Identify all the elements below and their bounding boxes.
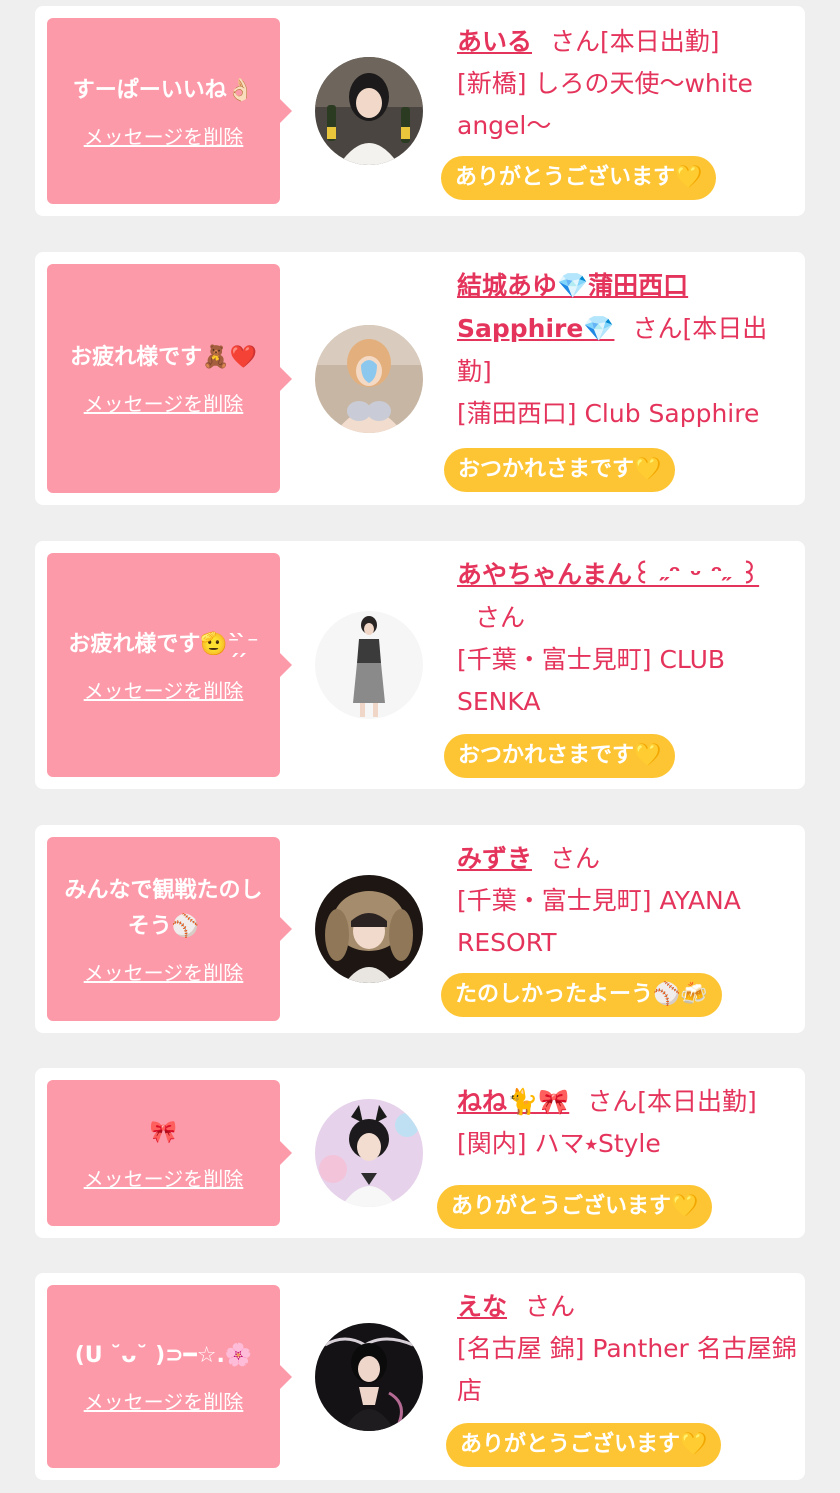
shop-info: [蒲田西口] Club Sapphire <box>457 399 760 428</box>
shop-info: [新橋] しろの天使〜white angel〜 <box>457 69 753 140</box>
avatar[interactable] <box>315 875 423 983</box>
sender-info: 結城あゆ💎蒲田西口Sapphire💎 さん[本日出勤] [蒲田西口] Club S… <box>457 264 797 435</box>
delete-message-link[interactable]: メッセージを削除 <box>84 675 244 704</box>
delete-message-link[interactable]: メッセージを削除 <box>84 121 244 150</box>
reply-button[interactable]: ありがとうございます💛 <box>446 1423 722 1467</box>
sender-info: あやちゃんまん꒰ ˶ᵔ ᵕ ᵔ˶ ꒱ さん [千葉・富士見町] CLUB SENK… <box>457 553 797 723</box>
message-bubble: みんなで観戦たのしそう⚾️ メッセージを削除 <box>47 837 292 1021</box>
message-card: お疲れ様です🧸❤️ メッセージを削除 結城あゆ💎蒲田西口Sapphire💎 さん[… <box>35 252 805 505</box>
reply-button[interactable]: おつかれさまです💛 <box>444 734 676 778</box>
shop-info: [千葉・富士見町] CLUB SENKA <box>457 645 726 716</box>
delete-message-link[interactable]: メッセージを削除 <box>84 388 244 417</box>
message-bubble: お疲れ様です🫡⁻̗̀ ̗̀⁻ メッセージを削除 <box>47 553 292 777</box>
shop-info: [関内] ハマ⭑Style <box>457 1129 661 1158</box>
message-card: みんなで観戦たのしそう⚾️ メッセージを削除 みずき さん [千葉・富士見町] A… <box>35 825 805 1033</box>
honorific-label: さん <box>525 1292 576 1321</box>
message-card: すーぱーいいね👌🏻 メッセージを削除 あいる さん[本日出勤] [新橋] しろの天… <box>35 6 805 216</box>
sender-name-link[interactable]: えな <box>457 1292 507 1321</box>
message-text: 🎀 <box>149 1119 178 1145</box>
avatar[interactable] <box>315 1323 423 1431</box>
reply-button[interactable]: おつかれさまです💛 <box>444 448 676 492</box>
message-card: (U ˘ᴗ˘ )⊃━☆.🌸 メッセージを削除 えな さん [名古屋 錦] Pant… <box>35 1273 805 1480</box>
avatar[interactable] <box>315 57 423 165</box>
sender-name-link[interactable]: あいる <box>457 27 532 56</box>
message-bubble: すーぱーいいね👌🏻 メッセージを削除 <box>47 18 292 204</box>
reply-button[interactable]: ありがとうございます💛 <box>437 1185 713 1229</box>
honorific-label: さん <box>550 27 601 56</box>
honorific-label: さん <box>550 844 601 873</box>
sender-info: あいる さん[本日出勤] [新橋] しろの天使〜white angel〜 <box>457 20 797 147</box>
avatar[interactable] <box>315 325 423 433</box>
sender-name-link[interactable]: ねね🐈🎀 <box>457 1087 569 1116</box>
delete-message-link[interactable]: メッセージを削除 <box>84 1386 244 1415</box>
sender-name-link[interactable]: あやちゃんまん꒰ ˶ᵔ ᵕ ᵔ˶ ꒱ <box>457 560 759 589</box>
message-bubble: (U ˘ᴗ˘ )⊃━☆.🌸 メッセージを削除 <box>47 1285 292 1468</box>
shop-info: [千葉・富士見町] AYANA RESORT <box>457 886 741 957</box>
shop-info: [名古屋 錦] Panther 名古屋錦店 <box>457 1334 797 1405</box>
message-text: (U ˘ᴗ˘ )⊃━☆.🌸 <box>74 1343 253 1368</box>
honorific-label: さん <box>587 1087 638 1116</box>
delete-message-link[interactable]: メッセージを削除 <box>84 957 244 986</box>
honorific-label: さん <box>475 603 526 632</box>
honorific-label: さん <box>632 314 683 343</box>
avatar[interactable] <box>315 611 423 719</box>
message-text: お疲れ様です🧸❤️ <box>70 345 257 370</box>
attendance-status: [本日出勤] <box>637 1087 757 1116</box>
message-text: すーぱーいいね👌🏻 <box>72 77 255 103</box>
sender-info: みずき さん [千葉・富士見町] AYANA RESORT <box>457 837 797 964</box>
reply-button[interactable]: たのしかったよーう⚾️🍻 <box>441 973 722 1017</box>
sender-info: ねね🐈🎀 さん[本日出勤] [関内] ハマ⭑Style <box>457 1080 797 1165</box>
delete-message-link[interactable]: メッセージを削除 <box>84 1163 244 1192</box>
message-text: みんなで観戦たのしそう⚾️ <box>64 877 263 939</box>
message-bubble: 🎀 メッセージを削除 <box>47 1080 292 1226</box>
sender-info: えな さん [名古屋 錦] Panther 名古屋錦店 <box>457 1285 797 1412</box>
message-text: お疲れ様です🫡⁻̗̀ ̗̀⁻ <box>68 631 259 657</box>
attendance-status: [本日出勤] <box>600 27 720 56</box>
message-card: お疲れ様です🫡⁻̗̀ ̗̀⁻ メッセージを削除 あやちゃんまん꒰ ˶ᵔ ᵕ ᵔ˶… <box>35 541 805 789</box>
sender-name-link[interactable]: みずき <box>457 844 532 873</box>
message-bubble: お疲れ様です🧸❤️ メッセージを削除 <box>47 264 292 493</box>
avatar[interactable] <box>315 1099 423 1207</box>
notification-list: すーぱーいいね👌🏻 メッセージを削除 あいる さん[本日出勤] [新橋] しろの天… <box>0 0 840 1493</box>
reply-button[interactable]: ありがとうございます💛 <box>441 156 717 200</box>
message-card: 🎀 メッセージを削除 ねね🐈🎀さん[本日出勤] [関内] ハマ⭑Style あ <box>35 1068 805 1238</box>
